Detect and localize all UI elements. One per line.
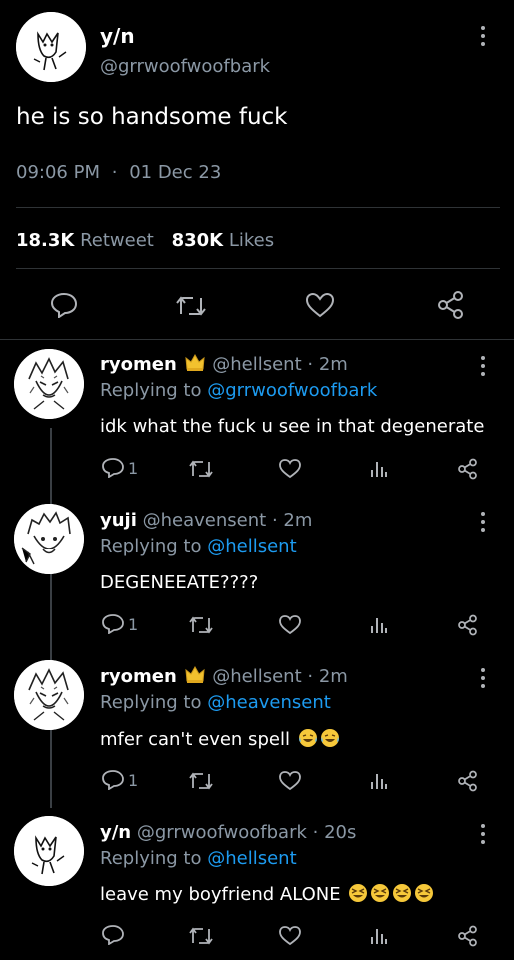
- reply-header: ryomen @hellsent · 2m: [100, 353, 348, 377]
- retweets-stat[interactable]: 18.3K Retweet: [16, 230, 160, 251]
- reply-author-name[interactable]: y/n: [100, 822, 131, 843]
- retweet-icon[interactable]: [188, 926, 214, 946]
- replying-to-prefix: Replying to: [100, 380, 202, 401]
- avatar-yn[interactable]: [16, 12, 86, 82]
- more-options-icon[interactable]: [481, 824, 487, 848]
- reply-text: DEGENEEATE????: [100, 572, 259, 593]
- replying-to-line: Replying to @hellsent: [100, 848, 297, 869]
- reply-header: ryomen @hellsent · 2m: [100, 665, 348, 689]
- like-icon[interactable]: [305, 292, 335, 318]
- more-options-icon[interactable]: [481, 26, 487, 50]
- divider: [16, 207, 500, 208]
- laughing-tears-emoji: [320, 728, 340, 748]
- reply-handle[interactable]: @heavensent: [143, 510, 267, 531]
- share-icon[interactable]: [457, 458, 479, 480]
- reply-author-name[interactable]: yuji: [100, 510, 137, 531]
- analytics-icon[interactable]: [370, 614, 388, 634]
- more-options-icon[interactable]: [481, 512, 487, 536]
- replying-to-prefix: Replying to: [100, 692, 202, 713]
- reply-count: 1: [128, 615, 139, 634]
- retweets-label: Retweet: [80, 230, 154, 251]
- avatar-ryomen[interactable]: [14, 660, 84, 730]
- reply-time: · 20s: [312, 822, 357, 843]
- squint-grin-emoji: [414, 883, 434, 903]
- main-display-name[interactable]: y/n: [100, 24, 135, 48]
- avatar-yuji[interactable]: [14, 504, 84, 574]
- replying-to-line: Replying to @heavensent: [100, 692, 331, 713]
- avatar-yn[interactable]: [14, 816, 84, 886]
- reply-handle[interactable]: @hellsent: [212, 354, 301, 375]
- replying-to-line: Replying to @grrwoofwoofbark: [100, 380, 377, 401]
- retweet-icon[interactable]: [188, 615, 214, 635]
- share-icon[interactable]: [457, 925, 479, 947]
- laughing-tears-emoji: [298, 728, 318, 748]
- replying-to-handle[interactable]: @grrwoofwoofbark: [207, 380, 377, 401]
- engagement-stats: 18.3K Retweet 830K Likes: [16, 230, 274, 251]
- replying-to-handle[interactable]: @hellsent: [207, 848, 296, 869]
- like-icon[interactable]: [278, 770, 302, 791]
- replying-to-handle[interactable]: @heavensent: [207, 692, 331, 713]
- like-icon[interactable]: [278, 925, 302, 946]
- reply-handle[interactable]: @grrwoofwoofbark: [137, 822, 307, 843]
- crown-emoji: [184, 353, 205, 377]
- likes-stat[interactable]: 830K Likes: [172, 230, 275, 251]
- reply-text: idk what the fuck u see in that degenera…: [100, 416, 485, 437]
- avatar-ryomen[interactable]: [14, 349, 84, 419]
- replying-to-prefix: Replying to: [100, 848, 202, 869]
- share-icon[interactable]: [457, 770, 479, 792]
- reply-time: · 2m: [307, 666, 348, 687]
- reply-text-row: leave my boyfriend ALONE: [100, 883, 434, 905]
- main-handle[interactable]: @grrwoofwoofbark: [100, 56, 270, 77]
- divider: [16, 268, 500, 269]
- more-options-icon[interactable]: [481, 668, 487, 692]
- likes-label: Likes: [228, 230, 275, 251]
- squint-grin-emoji: [370, 883, 390, 903]
- squint-grin-emoji: [348, 883, 368, 903]
- share-icon[interactable]: [457, 614, 479, 636]
- reply-handle[interactable]: @hellsent: [212, 666, 301, 687]
- reply-author-name[interactable]: ryomen: [100, 354, 177, 375]
- reply-author-name[interactable]: ryomen: [100, 666, 177, 687]
- like-icon[interactable]: [278, 458, 302, 479]
- reply-icon[interactable]: [102, 925, 124, 945]
- analytics-icon[interactable]: [370, 458, 388, 478]
- reply-text-row: mfer can't even spell: [100, 728, 340, 750]
- retweet-icon[interactable]: [188, 459, 214, 479]
- reply-count: 1: [128, 771, 139, 790]
- share-icon[interactable]: [436, 290, 466, 320]
- replying-to-line: Replying to @hellsent: [100, 536, 297, 557]
- tweet-time: 09:06 PM: [16, 162, 100, 183]
- timestamp-separator: ·: [111, 162, 118, 183]
- retweet-icon[interactable]: [175, 294, 207, 318]
- reply-icon[interactable]: [50, 292, 78, 318]
- thread-line: [50, 428, 52, 808]
- squint-grin-emoji: [392, 883, 412, 903]
- reply-icon[interactable]: [102, 770, 124, 790]
- analytics-icon[interactable]: [370, 770, 388, 790]
- more-options-icon[interactable]: [481, 356, 487, 380]
- retweet-icon[interactable]: [188, 771, 214, 791]
- divider: [0, 339, 514, 340]
- like-icon[interactable]: [278, 614, 302, 635]
- reply-header: y/n @grrwoofwoofbark · 20s: [100, 822, 356, 843]
- likes-count: 830K: [171, 230, 224, 251]
- tweet-date: 01 Dec 23: [129, 162, 222, 183]
- tweet-timestamp: 09:06 PM · 01 Dec 23: [16, 162, 221, 183]
- reply-time: · 2m: [307, 354, 348, 375]
- reply-text: mfer can't even spell: [100, 729, 290, 750]
- reply-text: leave my boyfriend ALONE: [100, 884, 341, 905]
- reply-count: 1: [128, 459, 139, 478]
- replying-to-handle[interactable]: @hellsent: [207, 536, 296, 557]
- replying-to-prefix: Replying to: [100, 536, 202, 557]
- reply-icon[interactable]: [102, 614, 124, 634]
- reply-icon[interactable]: [102, 458, 124, 478]
- reply-header: yuji @heavensent · 2m: [100, 510, 312, 531]
- crown-emoji: [184, 665, 205, 689]
- analytics-icon[interactable]: [370, 925, 388, 945]
- main-tweet-text: he is so handsome fuck: [16, 104, 288, 130]
- reply-time: · 2m: [271, 510, 313, 531]
- retweets-count: 18.3K: [16, 230, 75, 251]
